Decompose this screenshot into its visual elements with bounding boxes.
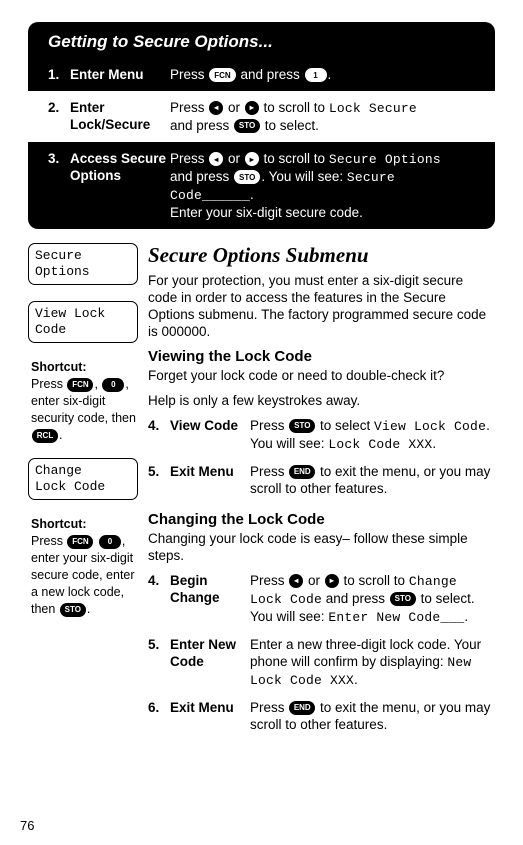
- key-icon: STO: [390, 592, 416, 606]
- panel-step: 1.Enter MenuPress FCN and press 1.: [42, 58, 481, 91]
- lcd-text: Lock Code XXX: [328, 437, 432, 452]
- key-icon: 0: [99, 535, 121, 549]
- lcd-box-secure-options: SecureOptions: [28, 243, 138, 285]
- step-body: Enter a new three-digit lock code. Your …: [250, 636, 495, 689]
- step: 4.Begin ChangePress ◂ or ▸ to scroll to …: [148, 572, 495, 626]
- black-panel: Getting to Secure Options... 1.Enter Men…: [28, 22, 495, 229]
- lcd-text: View Lock Code: [374, 419, 486, 434]
- key-icon: ▸: [245, 152, 259, 166]
- key-icon: RCL: [32, 429, 58, 443]
- key-icon: STO: [234, 119, 260, 133]
- section-heading: Secure Options Submenu: [148, 243, 495, 268]
- shortcut-title: Shortcut:: [31, 359, 138, 376]
- step: 5.Exit MenuPress END to exit the menu, o…: [148, 463, 495, 497]
- step-label: View Code: [170, 417, 250, 453]
- key-icon: ◂: [209, 152, 223, 166]
- key-icon: FCN: [209, 68, 235, 82]
- lcd-text: Secure Code______: [170, 170, 395, 203]
- key-icon: ▸: [325, 574, 339, 588]
- key-icon: STO: [289, 419, 315, 433]
- lcd-text: Lock Secure: [329, 101, 417, 116]
- lcd-text: Secure Options: [329, 152, 441, 167]
- shortcut-2: Shortcut: Press FCN 0, enter your six-di…: [28, 516, 138, 618]
- panel-step: 3.Access Secure OptionsPress ◂ or ▸ to s…: [42, 142, 481, 229]
- step-number: 5.: [148, 463, 170, 497]
- shortcut-body: Press FCN, 0, enter six-digit security c…: [31, 376, 138, 444]
- lcd-box-view-lock-code: View LockCode: [28, 301, 138, 343]
- columns: SecureOptions View LockCode Shortcut: Pr…: [28, 243, 495, 743]
- lcd-text: Enter New Code___: [328, 610, 464, 625]
- paragraph: Changing your lock code is easy– follow …: [148, 530, 495, 564]
- step-number: 3.: [48, 150, 70, 221]
- subheading-view: Viewing the Lock Code: [148, 348, 495, 365]
- step-number: 6.: [148, 699, 170, 733]
- lcd-box-change-lock-code: ChangeLock Code: [28, 458, 138, 500]
- key-icon: END: [289, 465, 315, 479]
- key-icon: STO: [234, 170, 260, 184]
- key-icon: 1: [305, 68, 327, 82]
- key-icon: FCN: [67, 378, 93, 392]
- step-label: Enter New Code: [170, 636, 250, 689]
- paragraph: Forget your lock code or need to double-…: [148, 367, 495, 384]
- step-number: 4.: [148, 572, 170, 626]
- main-column: Secure Options Submenu For your protecti…: [148, 243, 495, 743]
- paragraph: Help is only a few keystrokes away.: [148, 392, 495, 409]
- step-body: Press STO to select View Lock Code.You w…: [250, 417, 495, 453]
- step-number: 5.: [148, 636, 170, 689]
- step-body: Press END to exit the menu, or you may s…: [250, 463, 495, 497]
- steps-list: 4.View CodePress STO to select View Lock…: [148, 417, 495, 497]
- step: 4.View CodePress STO to select View Lock…: [148, 417, 495, 453]
- shortcut-title: Shortcut:: [31, 516, 138, 533]
- shortcut-body: Press FCN 0, enter your six-digit secure…: [31, 533, 138, 618]
- step-label: Begin Change: [170, 572, 250, 626]
- key-icon: STO: [60, 603, 86, 617]
- step-instruction: Press ◂ or ▸ to scroll to Lock Secureand…: [170, 99, 475, 134]
- step-number: 1.: [48, 66, 70, 83]
- key-icon: ▸: [245, 101, 259, 115]
- step: 6.Exit MenuPress END to exit the menu, o…: [148, 699, 495, 733]
- step-body: Press ◂ or ▸ to scroll to Change Lock Co…: [250, 572, 495, 626]
- intro-paragraph: For your protection, you must enter a si…: [148, 272, 495, 340]
- panel-title: Getting to Secure Options...: [42, 30, 481, 58]
- sidebar: SecureOptions View LockCode Shortcut: Pr…: [28, 243, 138, 743]
- step: 5.Enter New CodeEnter a new three-digit …: [148, 636, 495, 689]
- step-label: Enter Menu: [70, 66, 170, 83]
- key-icon: ◂: [289, 574, 303, 588]
- step-label: Exit Menu: [170, 699, 250, 733]
- step-label: Access Secure Options: [70, 150, 170, 221]
- key-icon: FCN: [67, 535, 93, 549]
- step-number: 2.: [48, 99, 70, 134]
- step-instruction: Press ◂ or ▸ to scroll to Secure Options…: [170, 150, 475, 221]
- shortcut-1: Shortcut: Press FCN, 0, enter six-digit …: [28, 359, 138, 444]
- lcd-text: New Lock Code XXX: [250, 655, 471, 688]
- step-instruction: Press FCN and press 1.: [170, 66, 475, 83]
- step-label: Exit Menu: [170, 463, 250, 497]
- step-body: Press END to exit the menu, or you may s…: [250, 699, 495, 733]
- key-icon: END: [289, 701, 315, 715]
- step-label: Enter Lock/Secure: [70, 99, 170, 134]
- key-icon: 0: [102, 378, 124, 392]
- page-number: 76: [20, 818, 34, 833]
- steps-list: 4.Begin ChangePress ◂ or ▸ to scroll to …: [148, 572, 495, 733]
- lcd-text: Change Lock Code: [250, 574, 457, 607]
- step-number: 4.: [148, 417, 170, 453]
- page: Getting to Secure Options... 1.Enter Men…: [0, 0, 523, 743]
- key-icon: ◂: [209, 101, 223, 115]
- panel-step: 2.Enter Lock/SecurePress ◂ or ▸ to scrol…: [28, 91, 495, 142]
- subheading-change: Changing the Lock Code: [148, 511, 495, 528]
